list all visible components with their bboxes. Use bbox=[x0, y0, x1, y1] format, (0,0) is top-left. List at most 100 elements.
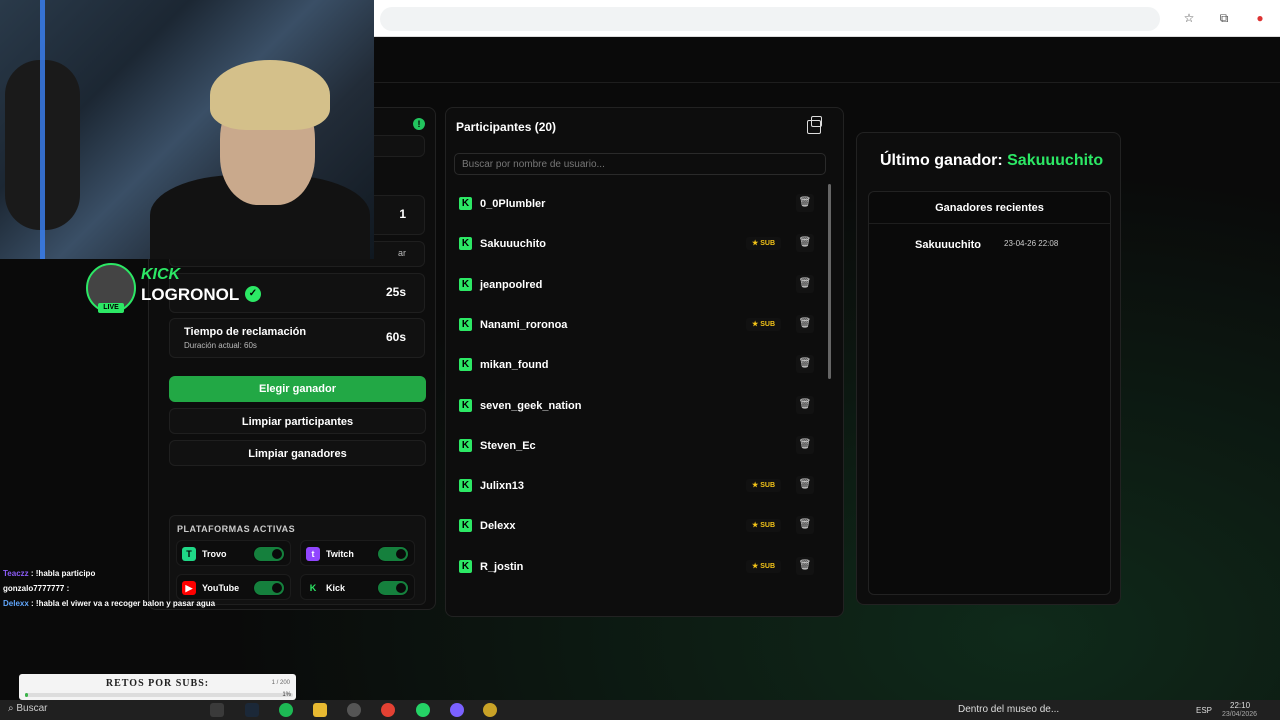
star-icon: ★ bbox=[751, 482, 761, 490]
platform-kick: K Kick bbox=[300, 574, 415, 600]
trash-icon[interactable]: 🗑 bbox=[796, 435, 814, 454]
extensions-icon[interactable]: ⧉ bbox=[1217, 11, 1231, 25]
task-view-icon[interactable] bbox=[210, 703, 224, 717]
recent-winner-name: Sakuuuchito bbox=[915, 239, 982, 251]
trash-icon[interactable]: 🗑 bbox=[796, 314, 814, 333]
platform-name: Twitch bbox=[326, 549, 354, 559]
sub-goal-count: 1 / 200 bbox=[271, 680, 290, 686]
chat-message: Delexx : !habla el viwer va a recoger ba… bbox=[3, 596, 303, 611]
media-widget[interactable]: Dentro del museo de... bbox=[958, 704, 1059, 715]
setting-select-2[interactable]: 1 bbox=[399, 207, 406, 221]
twitch-icon: t bbox=[306, 547, 320, 561]
participant-row[interactable]: K Delexx ★ SUB 🗑 bbox=[454, 506, 816, 546]
channel-badge: LIVE KICK LOGRONOL ✓ bbox=[85, 263, 265, 315]
participant-row[interactable]: Kseven_geek_nation 🗑 bbox=[454, 386, 816, 426]
participant-row[interactable]: K Nanami_roronoa ★ SUB 🗑 bbox=[454, 305, 816, 345]
info-icon[interactable]: ! bbox=[413, 118, 425, 130]
kick-icon: K bbox=[459, 519, 472, 533]
recent-winners: Ganadores recientes Sakuuuchito 23-04-26… bbox=[868, 191, 1111, 595]
folder-icon[interactable] bbox=[313, 703, 327, 717]
participant-row[interactable]: K Julixn13 ★ SUB 🗑 bbox=[454, 466, 816, 506]
pick-winner-button[interactable]: Elegir ganador bbox=[169, 376, 426, 402]
star-icon: ★ bbox=[751, 240, 761, 248]
participant-row[interactable]: K 0_0Plumbler 🗑 bbox=[454, 184, 816, 224]
participant-row[interactable]: K Sakuuuchito ★ SUB 🗑 bbox=[454, 224, 816, 264]
profile-icon[interactable]: ● bbox=[1253, 11, 1267, 25]
clear-participants-button[interactable]: Limpiar participantes bbox=[169, 408, 426, 434]
kick-icon: K bbox=[459, 237, 472, 251]
setting-row-claim-time[interactable]: Tiempo de reclamación Duración actual: 6… bbox=[169, 318, 425, 358]
copy-icon[interactable] bbox=[807, 116, 822, 134]
kick-icon: K bbox=[459, 317, 472, 331]
chat-text: : bbox=[66, 584, 70, 593]
clock-time[interactable]: 22:10 bbox=[1230, 701, 1250, 710]
participant-row[interactable]: Kjeanpoolred 🗑 bbox=[454, 265, 816, 305]
sub-badge: ★ SUB bbox=[746, 237, 781, 251]
sub-goal-percent: 1% bbox=[282, 692, 291, 698]
trash-icon[interactable]: 🗑 bbox=[796, 355, 814, 374]
trash-icon[interactable]: 🗑 bbox=[796, 516, 814, 535]
platform-trovo: T Trovo bbox=[176, 540, 291, 566]
obs-icon[interactable] bbox=[347, 703, 361, 717]
trash-icon[interactable]: 🗑 bbox=[796, 194, 814, 212]
platforms-title: PLATAFORMAS ACTIVAS bbox=[177, 524, 296, 534]
trovo-toggle[interactable] bbox=[253, 546, 285, 562]
kick-toggle[interactable] bbox=[377, 580, 409, 596]
kick-icon: K bbox=[459, 358, 472, 372]
participant-name: Delexx bbox=[480, 520, 516, 533]
last-winner-name: Sakuuuchito bbox=[1007, 152, 1104, 169]
sub-goal-fill bbox=[25, 693, 28, 697]
spotify-icon[interactable] bbox=[279, 703, 293, 717]
duration-select[interactable]: 25s bbox=[386, 285, 406, 299]
chat-user: gonzalo7777777 bbox=[3, 584, 65, 593]
claim-time-label: Tiempo de reclamación bbox=[184, 326, 307, 338]
app-icon[interactable] bbox=[450, 703, 464, 717]
trash-icon[interactable]: 🗑 bbox=[796, 476, 814, 495]
sub-goal-bar bbox=[25, 693, 293, 697]
live-badge: LIVE bbox=[98, 303, 124, 313]
trash-icon[interactable]: 🗑 bbox=[796, 395, 814, 414]
participant-row[interactable]: Kmikan_found 🗑 bbox=[454, 345, 816, 385]
star-icon[interactable]: ☆ bbox=[1182, 11, 1196, 25]
whatsapp-icon[interactable] bbox=[416, 703, 430, 717]
trash-icon[interactable]: 🗑 bbox=[796, 556, 814, 575]
participant-row[interactable]: K R_jostin ★ SUB 🗑 bbox=[454, 547, 816, 587]
clear-winners-button[interactable]: Limpiar ganadores bbox=[169, 440, 426, 466]
language-indicator[interactable]: ESP bbox=[1196, 706, 1212, 715]
steam-icon[interactable] bbox=[245, 703, 259, 717]
participant-name: R_jostin bbox=[480, 560, 524, 573]
taskbar-search[interactable]: ⌕ Buscar bbox=[8, 703, 48, 714]
twitch-toggle[interactable] bbox=[377, 546, 409, 562]
star-icon: ★ bbox=[751, 562, 761, 570]
chat-text: : !habla el viwer va a recoger balon y p… bbox=[31, 599, 216, 608]
participant-search-input[interactable] bbox=[454, 153, 826, 175]
address-bar[interactable] bbox=[380, 7, 1160, 31]
app-icon-2[interactable] bbox=[483, 703, 497, 717]
channel-name: LOGRONOL bbox=[141, 285, 240, 304]
participant-name: 0_0Plumbler bbox=[480, 198, 546, 210]
sub-label: SUB bbox=[760, 522, 775, 530]
clock-date[interactable]: 23/04/2026 bbox=[1222, 711, 1257, 718]
taskbar-search-label: Buscar bbox=[16, 703, 48, 714]
scrollbar-thumb[interactable] bbox=[828, 184, 831, 379]
recent-winners-title: Ganadores recientes bbox=[935, 202, 1044, 214]
winner-panel: Último ganador: Sakuuuchito Ganadores re… bbox=[856, 132, 1121, 605]
platform-name: Trovo bbox=[202, 549, 227, 559]
scrollbar[interactable] bbox=[827, 184, 832, 584]
led-light bbox=[40, 0, 45, 259]
divider bbox=[869, 223, 1110, 224]
kick-logo: KICK bbox=[141, 266, 181, 283]
participant-name: mikan_found bbox=[480, 359, 549, 372]
chrome-icon[interactable] bbox=[381, 703, 395, 717]
trash-icon[interactable]: 🗑 bbox=[796, 234, 814, 253]
star-icon: ★ bbox=[751, 522, 761, 530]
trash-icon[interactable]: 🗑 bbox=[796, 274, 814, 293]
last-winner-heading: Último ganador: Sakuuuchito bbox=[880, 152, 1103, 170]
claim-time-sublabel: Duración actual: 60s bbox=[184, 341, 257, 350]
last-winner-prefix: Último ganador: bbox=[880, 152, 1003, 169]
chat-overlay: Teaczz : !habla participo gonzalo7777777… bbox=[3, 566, 303, 611]
sub-label: SUB bbox=[760, 562, 775, 570]
participant-row[interactable]: K Steven_Ec 🗑 bbox=[454, 426, 816, 466]
claim-time-select[interactable]: 60s bbox=[386, 330, 406, 344]
chat-message: Teaczz : !habla participo bbox=[3, 566, 303, 581]
